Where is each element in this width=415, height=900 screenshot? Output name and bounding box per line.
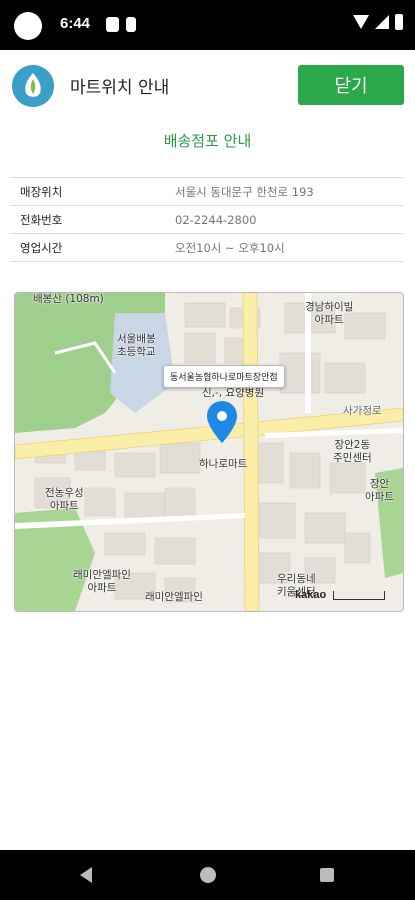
map-label-apartment: 래미안엘파인 아파트 (73, 569, 131, 594)
battery-icon (395, 14, 403, 30)
app-title: 마트위치 안내 (70, 78, 170, 98)
map-label-hospital: 신,-, 요양병원 (202, 387, 265, 399)
store-map[interactable]: 배봉산 (108m) 서울배봉 초등학교 경남하이빌 아파트 신,-, 요양병원… (14, 292, 404, 612)
map-label-apartment: 경남하이빌 아파트 (305, 301, 354, 326)
notification-icon (106, 17, 119, 32)
app-logo-icon (12, 65, 54, 107)
map-label-mart: 하나로마트 (199, 458, 248, 470)
home-icon[interactable] (200, 867, 216, 883)
info-row-phone: 전화번호 02-2244-2800 (10, 206, 403, 234)
section-title: 배송점포 안내 (163, 132, 252, 150)
map-label-park: 배봉산 (108m) (33, 293, 104, 305)
map-label-apartment: 장안 아파트 (365, 478, 394, 503)
recent-apps-icon[interactable] (320, 868, 334, 882)
info-row-hours: 영업시간 오전10시 ~ 오후10시 (10, 234, 403, 262)
info-row-location: 매장위치 서울시 동대문구 한천로 193 (10, 177, 403, 206)
navigation-bar (0, 850, 415, 900)
location-pin-icon[interactable] (207, 401, 237, 443)
info-label: 전화번호 (20, 212, 63, 227)
info-label: 영업시간 (20, 240, 63, 255)
wifi-icon (353, 15, 369, 29)
camera-cutout (14, 12, 42, 40)
info-label: 매장위치 (20, 184, 63, 199)
kakao-logo: kakao (295, 589, 327, 601)
map-label-road: 사가정로 (343, 405, 382, 417)
map-label-apartment: 래미안엘파인 (145, 591, 203, 603)
close-button[interactable]: 닫기 (298, 65, 404, 105)
info-value: 오전10시 ~ 오후10시 (175, 240, 285, 255)
store-tooltip[interactable]: 동서울농협하나로마트장안점 (163, 365, 285, 388)
app-bar: 마트위치 안내 닫기 (0, 50, 415, 120)
signal-icon (375, 15, 389, 29)
map-label-apartment: 전농우성 아파트 (45, 487, 84, 512)
map-label-school: 서울배봉 초등학교 (117, 333, 156, 358)
status-bar: 6:44 (0, 0, 415, 50)
store-info-table: 매장위치 서울시 동대문구 한천로 193 전화번호 02-2244-2800 … (10, 177, 403, 262)
sim-icon (126, 17, 136, 32)
map-label-community-center: 장안2동 주민센터 (333, 439, 372, 464)
system-icons (353, 14, 403, 30)
info-value[interactable]: 02-2244-2800 (175, 213, 256, 227)
back-icon[interactable] (80, 867, 92, 883)
info-value: 서울시 동대문구 한천로 193 (175, 184, 314, 199)
map-scale (333, 591, 385, 600)
status-time: 6:44 (60, 15, 91, 32)
